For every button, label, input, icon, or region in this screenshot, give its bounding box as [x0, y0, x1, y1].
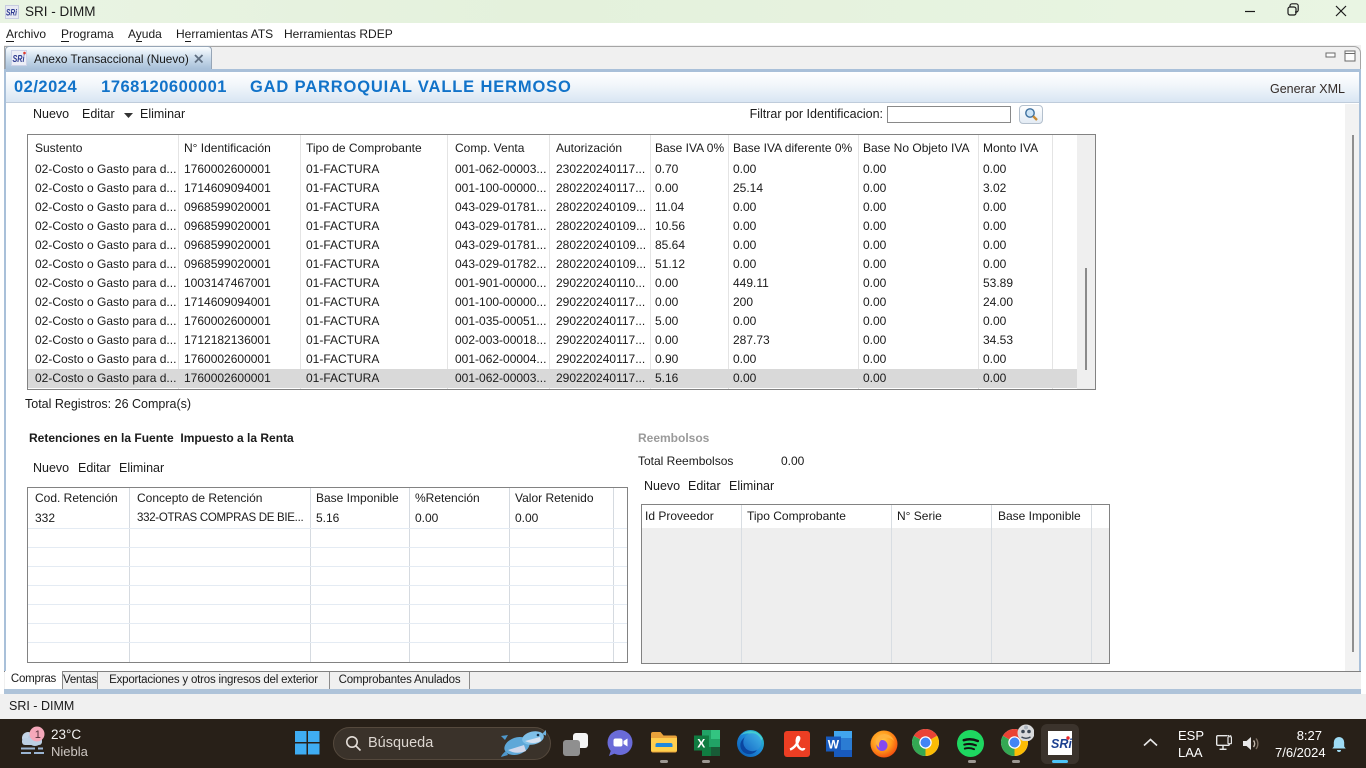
- svg-text:SRi: SRi: [13, 53, 26, 65]
- svg-text:W: W: [828, 738, 840, 752]
- svg-text:1: 1: [35, 729, 41, 741]
- svg-text:SRi: SRi: [6, 8, 17, 18]
- svg-text:X: X: [697, 737, 705, 751]
